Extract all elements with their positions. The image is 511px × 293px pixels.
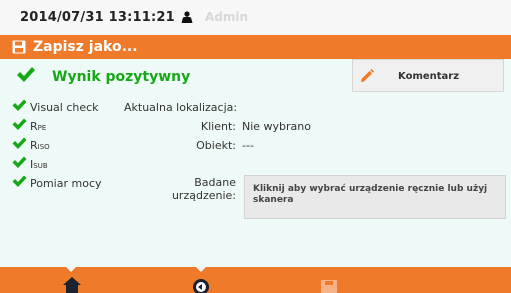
check-isub: ISUB (30, 158, 48, 171)
comment-button[interactable]: Komentarz (352, 59, 504, 92)
comment-label: Komentarz (398, 71, 460, 82)
bottom-nav (0, 267, 511, 293)
check-rpe-main: R (30, 120, 38, 133)
check-riso-sub: ISO (37, 143, 50, 151)
user-name: Admin (205, 10, 249, 24)
device-label-line2: urządzenie: (171, 189, 236, 202)
title-bar: Zapisz jako... (0, 35, 511, 59)
check-rpe-sub: PE (37, 124, 47, 132)
check-riso: RISO (30, 139, 50, 152)
status-bar: 2014/07/31 13:11:21 Admin (0, 0, 511, 35)
save-icon (321, 280, 337, 293)
checkmark-icon (12, 137, 27, 149)
client-label: Klient: (200, 120, 236, 133)
check-power: Pomiar mocy (30, 177, 102, 190)
device-prompt: Kliknij aby wybrać urządzenie ręcznie lu… (253, 184, 488, 205)
check-riso-main: R (30, 139, 38, 152)
check-isub-sub: SUB (33, 162, 48, 170)
client-value[interactable]: Nie wybrano (242, 120, 311, 133)
object-label: Obiekt: (196, 139, 236, 152)
device-label-line1: Badane (194, 176, 236, 189)
check-rpe: RPE (30, 120, 46, 133)
object-value[interactable]: --- (242, 139, 254, 152)
pencil-icon (361, 69, 374, 82)
datetime: 2014/07/31 13:11:21 (20, 10, 175, 25)
checkmark-icon (12, 99, 27, 111)
checkmark-icon (12, 156, 27, 168)
back-icon[interactable] (188, 267, 214, 293)
save-icon (12, 40, 26, 54)
result-status: Wynik pozytywny (52, 69, 191, 85)
check-visual: Visual check (30, 101, 99, 114)
checkmark-icon (17, 67, 35, 82)
location-title: Aktualna lokalizacja: (124, 101, 238, 114)
checkmark-icon (12, 118, 27, 130)
device-select-field[interactable]: Kliknij aby wybrać urządzenie ręcznie lu… (244, 175, 506, 219)
checkmark-icon (12, 175, 27, 187)
home-icon[interactable] (59, 267, 85, 293)
user-icon (181, 11, 193, 23)
page-title: Zapisz jako... (33, 39, 138, 55)
